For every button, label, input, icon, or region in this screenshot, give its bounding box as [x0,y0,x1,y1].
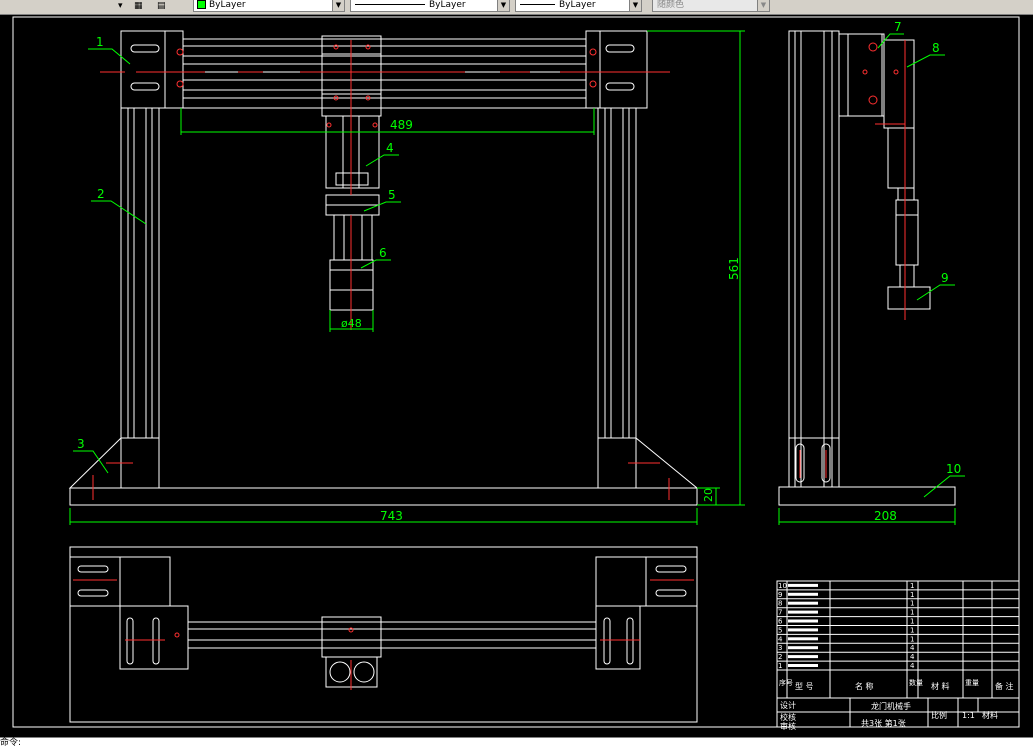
callout-6: 6 [379,246,387,260]
command-line[interactable]: 命令: [0,737,1033,748]
linetype-preview [355,4,425,5]
parts-row-no: 9 [778,591,782,599]
chevron-down-icon[interactable]: ▼ [332,0,344,11]
drawing-title: 龙门机械手 [871,701,911,711]
parts-row-no: 3 [778,644,782,652]
side-base [778,486,956,506]
parts-row-qty: 1 [910,626,914,634]
parts-row-qty: 1 [910,591,914,599]
dim-front-width: 743 [380,509,403,523]
callout-9: 9 [941,271,949,285]
side-view [778,30,956,506]
left-top-bracket [120,30,184,109]
parts-row-qty: 1 [910,600,914,608]
callout-8: 8 [932,41,940,55]
parts-row-model [788,592,818,596]
parts-row-no: 6 [778,618,783,626]
callout-2: 2 [97,187,105,201]
base-plate [69,487,698,506]
title-block: 10 19 18 17 16 15 14 13 42 41 4 序号 型 号 名 称 数量 材 料 … [776,580,1020,731]
front-view [68,30,699,506]
parts-row-model [788,583,818,587]
label-jiaohe: 校核 [780,712,796,722]
chevron-down-icon[interactable]: ▼ [629,0,641,11]
parts-row-model [788,664,818,667]
drawing-canvas[interactable]: 743 561 20 489 ø48 208 1 2 3 4 5 6 7 8 9… [0,14,1033,737]
green-swatch-icon [197,0,206,9]
callout-10: 10 [946,462,961,476]
header-cailiao: 材 料 [931,681,950,691]
header-xinghao: 型 号 [795,682,814,691]
header-beizhu: 备 注 [995,681,1014,691]
label-scale: 比例 [931,710,947,720]
right-top-bracket [585,30,648,109]
parts-row-qty: 1 [910,609,914,617]
parts-row-qty: 1 [910,618,914,626]
parts-row-model [788,628,818,632]
side-carriage [883,39,915,129]
dim-base: 20 [702,488,715,502]
dim-span: 489 [390,118,413,132]
parts-row-model [788,601,818,605]
vertical-cylinder [325,115,380,189]
header-zhongliang: 重量 [965,679,979,687]
plotstyle-combo[interactable]: 随颜色 ▼ [652,0,770,12]
sheet-border [12,16,1020,728]
properties-toolbar: ▾ ▦ ▤ ByLayer ▼ ByLayer ▼ ByLayer ▼ 随颜色 … [0,0,1033,15]
chevron-down-icon[interactable]: ▼ [757,0,769,11]
callout-1: 1 [96,35,104,49]
callout-3: 3 [77,437,85,451]
label-sheji: 设计 [780,700,796,710]
chevron-down-icon[interactable]: ▼ [497,0,509,11]
parts-row-no: 7 [778,609,782,617]
rotary-unit [333,214,373,261]
top-carriage [321,616,382,658]
color-combo[interactable]: ByLayer ▼ [193,0,345,12]
callout-5: 5 [388,188,396,202]
parts-row-no: 5 [778,626,782,634]
top-base-plate [69,546,698,723]
parts-row-model [788,619,818,623]
parts-row-qty: 4 [910,653,915,661]
right-column [597,107,637,439]
parts-row-model [788,610,818,614]
parts-row-no: 4 [778,635,783,643]
dim-front-height: 561 [727,257,741,280]
left-column [120,107,160,439]
dim-side-width: 208 [874,509,897,523]
parts-row-model [788,637,818,641]
top-view [69,546,698,723]
parts-row-no: 8 [778,600,782,608]
parts-row-no: 1 [778,662,782,670]
parts-row-no: 2 [778,653,782,661]
parts-row-qty: 1 [910,635,914,643]
lineweight-combo[interactable]: ByLayer ▼ [515,0,642,12]
label-shenhe: 审核 [780,721,796,731]
parts-row-model [788,646,818,650]
side-gripper [887,286,931,310]
scale-value: 1:1 [962,711,975,720]
header-shuliang: 数量 [909,678,923,687]
label-material: 材料 [982,710,998,720]
parts-row-model [788,655,818,659]
callout-7: 7 [894,20,902,34]
layer-state-icon[interactable]: ▦ [134,0,143,12]
lineweight-preview [520,4,555,5]
callout-4: 4 [386,141,394,155]
linetype-combo[interactable]: ByLayer ▼ [350,0,510,12]
header-xuhao: 序号 [779,678,793,687]
dim-diameter: ø48 [341,317,362,330]
header-mingcheng: 名 称 [855,681,874,691]
dimension-labels: 743 561 20 489 ø48 208 1 2 3 4 5 6 7 8 9… [77,20,961,523]
title-block-rows: 10 19 18 17 16 15 14 13 42 41 4 [777,582,1019,671]
dropdown-arrow-icon[interactable]: ▾ [118,0,123,12]
sheet-count: 共3张 第1张 [861,718,906,728]
dimensions [69,30,965,525]
cad-drawing: 743 561 20 489 ø48 208 1 2 3 4 5 6 7 8 9… [12,16,1020,731]
parts-row-no: 10 [778,582,787,590]
layer-manager-icon[interactable]: ▤ [157,0,166,12]
parts-row-qty: 1 [910,582,914,590]
parts-row-qty: 4 [910,662,915,670]
parts-row-qty: 4 [910,644,915,652]
